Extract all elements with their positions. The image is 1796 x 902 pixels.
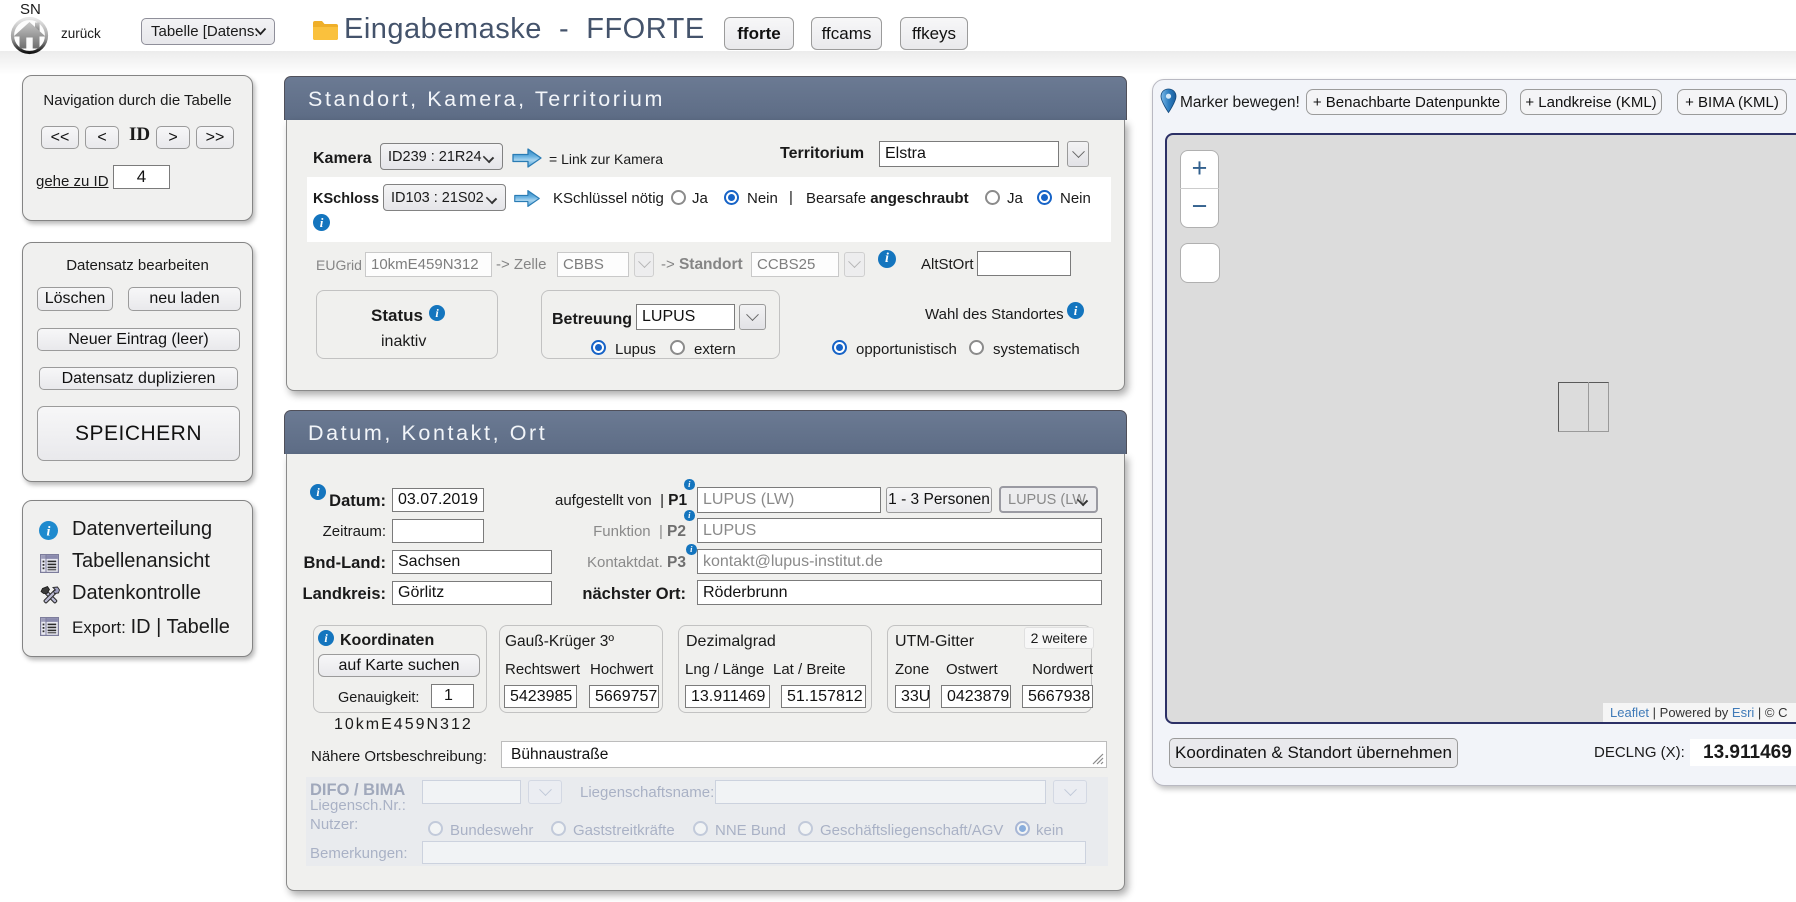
svg-text:i: i — [47, 525, 51, 540]
